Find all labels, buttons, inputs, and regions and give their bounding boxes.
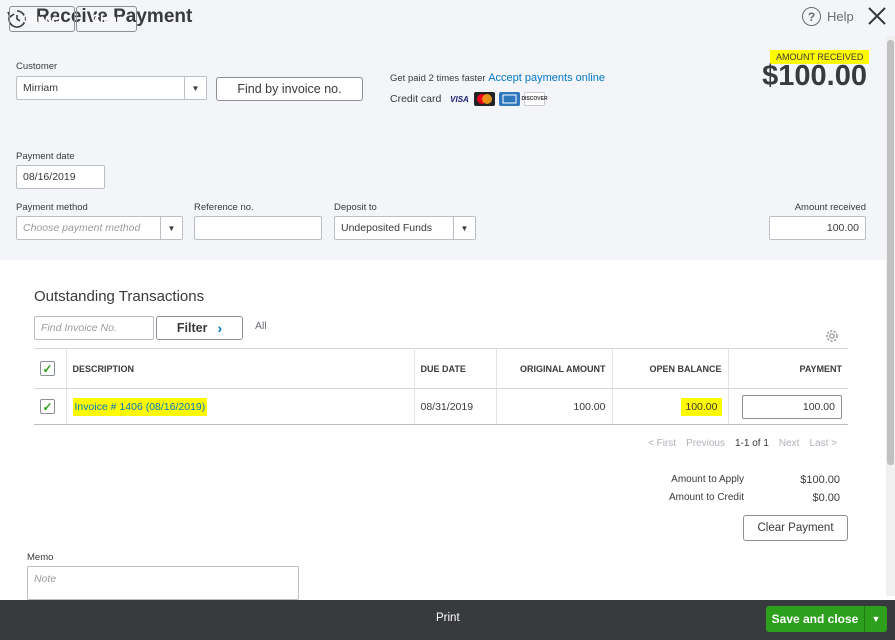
payment-method-select[interactable]: Choose payment method ▼ xyxy=(16,216,183,240)
amount-received-input[interactable]: 100.00 xyxy=(769,216,866,240)
credit-card-label: Credit card xyxy=(390,93,442,105)
memo-placeholder: Note xyxy=(34,573,57,585)
amount-received-field-label: Amount received xyxy=(794,202,866,213)
save-and-close-label: Save and close xyxy=(771,612,859,626)
amex-icon xyxy=(499,92,520,106)
save-and-close-button[interactable]: Save and close ▼ xyxy=(766,606,887,632)
deposit-to-value: Undeposited Funds xyxy=(341,222,433,234)
row-checkbox[interactable]: ✓ xyxy=(40,399,55,414)
print-button[interactable]: Print xyxy=(436,612,460,624)
amount-to-apply-label: Amount to Apply xyxy=(671,474,744,485)
memo-textarea[interactable]: Note xyxy=(27,566,299,600)
visa-icon: VISA xyxy=(450,94,469,104)
scrollbar-thumb[interactable] xyxy=(887,40,894,465)
deposit-to-label: Deposit to xyxy=(334,202,377,213)
payment-date-input[interactable]: 08/16/2019 xyxy=(16,165,105,189)
table-header-row: ✓ DESCRIPTION DUE DATE ORIGINAL AMOUNT O… xyxy=(34,348,848,389)
row-description-cell: Invoice # 1406 (08/16/2019) xyxy=(65,388,414,425)
reference-label: Reference no. xyxy=(194,202,254,213)
mastercard-icon xyxy=(474,92,495,106)
row-original-amount: 100.00 xyxy=(495,388,612,425)
customer-value: Mirriam xyxy=(23,82,58,94)
row-open-balance: 100.00 xyxy=(681,397,722,416)
gear-icon[interactable] xyxy=(824,328,840,344)
card-logos: VISA DISCOVER xyxy=(449,92,548,106)
cancel-button[interactable]: Cancel xyxy=(9,6,75,32)
row-open-balance-cell: 100.00 xyxy=(611,388,728,425)
chevron-down-icon[interactable]: ▼ xyxy=(160,217,182,239)
amount-received-total: $100.00 xyxy=(762,60,867,92)
select-all-checkbox[interactable]: ✓ xyxy=(40,361,55,376)
chevron-down-icon[interactable]: ▼ xyxy=(453,217,475,239)
pager-last[interactable]: Last > xyxy=(809,438,837,449)
memo-label: Memo xyxy=(27,552,54,563)
help-icon: ? xyxy=(802,7,821,26)
promo-line: Get paid 2 times faster Accept payments … xyxy=(390,72,605,84)
amount-to-credit-value: $0.00 xyxy=(812,492,840,504)
clear-payment-button[interactable]: Clear Payment xyxy=(743,515,848,541)
customer-label: Customer xyxy=(16,61,58,72)
select-all-cell: ✓ xyxy=(34,348,66,389)
invoice-link[interactable]: Invoice # 1406 (08/16/2019) xyxy=(72,397,208,416)
help-label: Help xyxy=(827,9,854,24)
transactions-table: ✓ DESCRIPTION DUE DATE ORIGINAL AMOUNT O… xyxy=(34,348,848,425)
amount-to-credit-label: Amount to Credit xyxy=(668,492,744,503)
find-invoice-placeholder: Find Invoice No. xyxy=(41,322,117,334)
help-button[interactable]: ? Help xyxy=(802,7,854,26)
pager-previous[interactable]: Previous xyxy=(686,438,725,449)
chevron-right-icon: › xyxy=(217,320,223,336)
promo-text: Get paid 2 times faster xyxy=(390,73,486,84)
scrollbar[interactable] xyxy=(886,36,895,596)
payment-date-label: Payment date xyxy=(16,151,75,162)
chevron-down-icon[interactable]: ▼ xyxy=(864,606,887,632)
reference-input[interactable] xyxy=(194,216,322,240)
close-icon[interactable] xyxy=(866,5,888,27)
accept-payments-link[interactable]: Accept payments online xyxy=(488,72,605,84)
row-due-date: 08/31/2019 xyxy=(413,388,496,425)
amount-to-apply-value: $100.00 xyxy=(800,474,840,486)
column-due-date[interactable]: DUE DATE xyxy=(413,348,496,389)
clear-button[interactable]: Clear xyxy=(76,6,137,32)
pager-range: 1-1 of 1 xyxy=(734,438,769,449)
find-by-invoice-button[interactable]: Find by invoice no. xyxy=(216,77,363,101)
column-payment[interactable]: PAYMENT xyxy=(727,348,848,389)
filter-all-label: All xyxy=(255,320,267,332)
chevron-down-icon[interactable]: ▼ xyxy=(184,77,206,99)
row-checkbox-cell: ✓ xyxy=(34,388,66,425)
filter-button[interactable]: Filter › xyxy=(156,316,243,340)
payment-method-label: Payment method xyxy=(16,202,88,213)
pager-first[interactable]: < First xyxy=(648,438,676,449)
pager-next[interactable]: Next xyxy=(779,438,800,449)
row-payment-cell: 100.00 xyxy=(727,388,848,425)
payment-method-placeholder: Choose payment method xyxy=(23,222,141,234)
table-row: ✓ Invoice # 1406 (08/16/2019) 08/31/2019… xyxy=(34,388,848,425)
column-description[interactable]: DESCRIPTION xyxy=(65,348,414,389)
deposit-to-select[interactable]: Undeposited Funds ▼ xyxy=(334,216,476,240)
column-original-amount[interactable]: ORIGINAL AMOUNT xyxy=(495,348,612,389)
outstanding-title: Outstanding Transactions xyxy=(34,288,205,305)
filter-label: Filter xyxy=(176,321,208,335)
customer-select[interactable]: Mirriam ▼ xyxy=(16,76,207,100)
find-invoice-input[interactable]: Find Invoice No. xyxy=(34,316,154,340)
discover-icon: DISCOVER xyxy=(521,92,548,106)
pagination: < First Previous 1-1 of 1 Next Last > xyxy=(648,438,837,449)
row-payment-input[interactable]: 100.00 xyxy=(742,394,842,419)
column-open-balance[interactable]: OPEN BALANCE xyxy=(611,348,728,389)
